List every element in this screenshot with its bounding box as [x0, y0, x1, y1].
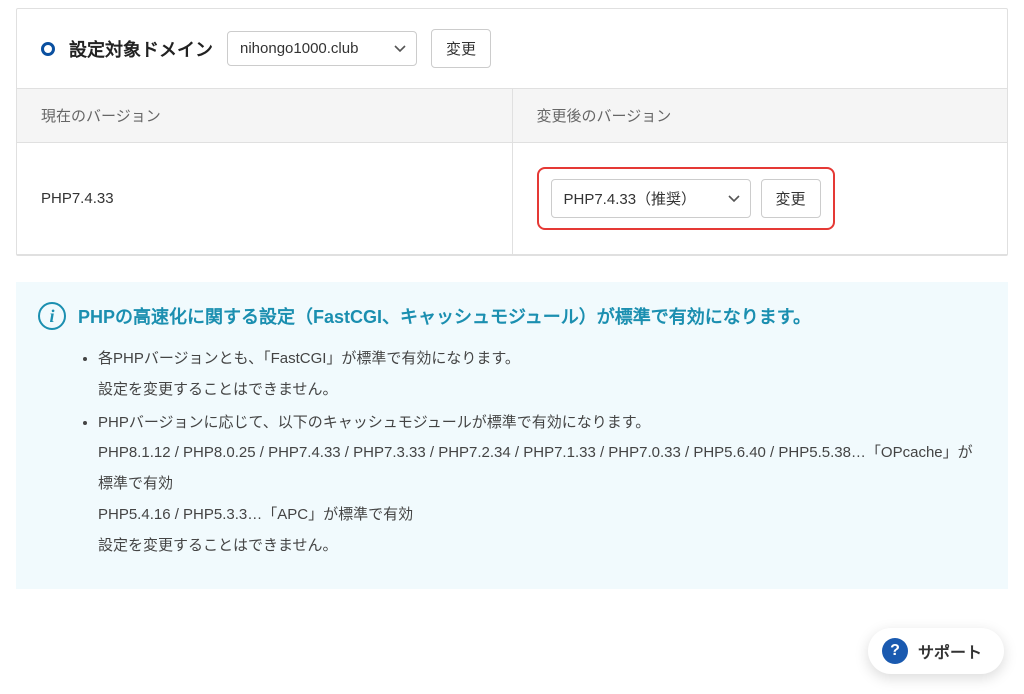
list-item-sub: 設定を変更することはできません。: [98, 531, 986, 562]
domain-select-value: nihongo1000.club: [240, 40, 358, 57]
settings-panel: 設定対象ドメイン nihongo1000.club 変更 現在のバージョン 変更…: [16, 8, 1008, 256]
list-item: PHPバージョンに応じて、以下のキャッシュモジュールが標準で有効になります。 P…: [98, 408, 986, 562]
col-after-version: 変更後のバージョン: [512, 89, 1007, 143]
domain-row: 設定対象ドメイン nihongo1000.club 変更: [17, 9, 1007, 88]
version-change-button[interactable]: 変更: [761, 179, 821, 218]
table-row: PHP7.4.33 PHP7.4.33（推奨） 変更: [17, 143, 1007, 255]
info-icon: i: [38, 302, 66, 330]
after-version-select[interactable]: PHP7.4.33（推奨）: [551, 179, 751, 218]
domain-select[interactable]: nihongo1000.club: [227, 31, 417, 66]
info-title: PHPの高速化に関する設定（FastCGI、キャッシュモジュール）が標準で有効に…: [78, 303, 811, 329]
support-label: サポート: [918, 639, 982, 663]
list-item-main: PHPバージョンに応じて、以下のキャッシュモジュールが標準で有効になります。: [98, 414, 650, 431]
info-panel: i PHPの高速化に関する設定（FastCGI、キャッシュモジュール）が標準で有…: [16, 282, 1008, 589]
list-item-sub: PHP8.1.12 / PHP8.0.25 / PHP7.4.33 / PHP7…: [98, 438, 986, 500]
list-item-sub: 設定を変更することはできません。: [98, 375, 986, 406]
chevron-down-icon: [728, 195, 740, 203]
support-button[interactable]: ? サポート: [868, 628, 1004, 674]
domain-radio[interactable]: [41, 42, 55, 56]
after-version-value: PHP7.4.33（推奨）: [564, 188, 697, 209]
list-item-sub: PHP5.4.16 / PHP5.3.3…「APC」が標準で有効: [98, 500, 986, 531]
version-table: 現在のバージョン 変更後のバージョン PHP7.4.33 PHP7.4.33（推…: [17, 88, 1007, 255]
question-icon: ?: [882, 638, 908, 664]
highlight-box: PHP7.4.33（推奨） 変更: [537, 167, 835, 230]
chevron-down-icon: [394, 45, 406, 53]
domain-change-button[interactable]: 変更: [431, 29, 491, 68]
current-version-value: PHP7.4.33: [17, 143, 512, 255]
info-header: i PHPの高速化に関する設定（FastCGI、キャッシュモジュール）が標準で有…: [38, 302, 986, 330]
list-item-main: 各PHPバージョンとも、「FastCGI」が標準で有効になります。: [98, 350, 520, 367]
after-version-cell: PHP7.4.33（推奨） 変更: [512, 143, 1007, 255]
domain-label: 設定対象ドメイン: [69, 36, 213, 62]
info-list: 各PHPバージョンとも、「FastCGI」が標準で有効になります。 設定を変更す…: [98, 344, 986, 561]
list-item: 各PHPバージョンとも、「FastCGI」が標準で有効になります。 設定を変更す…: [98, 344, 986, 406]
col-current-version: 現在のバージョン: [17, 89, 512, 143]
